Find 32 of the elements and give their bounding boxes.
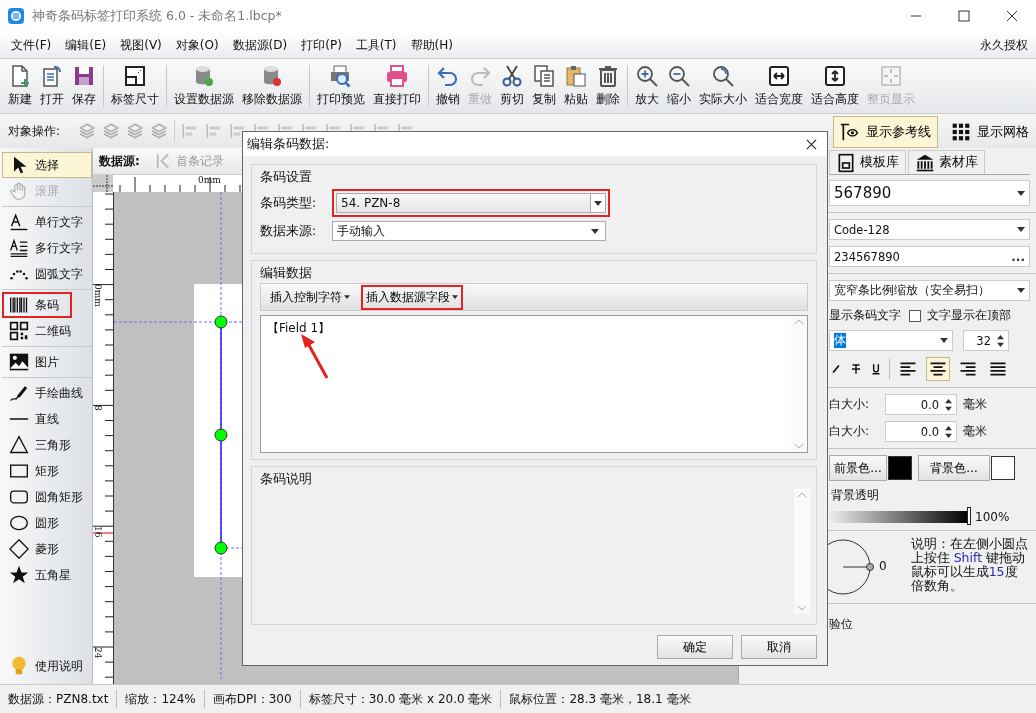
status-text: 鼠标位置：28.3 毫米，18.1 毫米 — [509, 690, 691, 708]
rotation-hint: 说明：在左侧小圆点上按住 Shift 键拖动鼠标可以生成15度倍数角。 — [910, 537, 1029, 593]
field-label: 数据来源: — [260, 222, 318, 240]
show-text-label: 显示条码文字 — [829, 307, 901, 324]
ruler-label: 8 — [93, 405, 103, 411]
group-title: 条码说明 — [260, 471, 312, 488]
opacity-reading: 100% — [975, 510, 1010, 524]
unit-label: 毫米 — [963, 423, 987, 440]
check-digit-label: 验位 — [829, 616, 854, 633]
angle-value: 0 — [879, 559, 887, 573]
ruler-label: 24 — [93, 647, 103, 659]
status-text: 画布DPI：300 — [212, 690, 292, 708]
checkbox-label: 文字显示在顶部 — [927, 307, 1011, 324]
margin-label: 白大小: — [829, 396, 871, 413]
window-title: 神奇条码标签打印系统 6.0 - 未命名1.lbcp* — [32, 7, 282, 25]
ruler-label: 0mm — [93, 284, 103, 307]
field-label: 条码类型: — [260, 194, 318, 212]
unit-label: 毫米 — [963, 396, 987, 413]
margin-label: 白大小: — [829, 423, 871, 440]
datasource-label: 数据源: — [99, 152, 140, 170]
data-text: 【Field 1】 — [267, 321, 331, 335]
dialog-title: 编辑条码数据: — [247, 135, 330, 153]
ruler-label: 0mm — [198, 175, 221, 185]
license-label: 永久授权 — [980, 36, 1029, 54]
status-text: 数据源：PZN8.txt — [8, 690, 109, 708]
object-ops-label: 对象操作: — [8, 122, 61, 140]
status-text: 缩放：124% — [125, 690, 196, 708]
ruler-label: 16 — [93, 526, 103, 538]
transparent-label: 背景透明 — [831, 487, 880, 504]
group-title: 条码设置 — [260, 169, 312, 186]
group-title: 编辑数据 — [260, 265, 312, 282]
status-text: 标签尺寸：30.0 毫米 x 20.0 毫米 — [308, 690, 493, 708]
